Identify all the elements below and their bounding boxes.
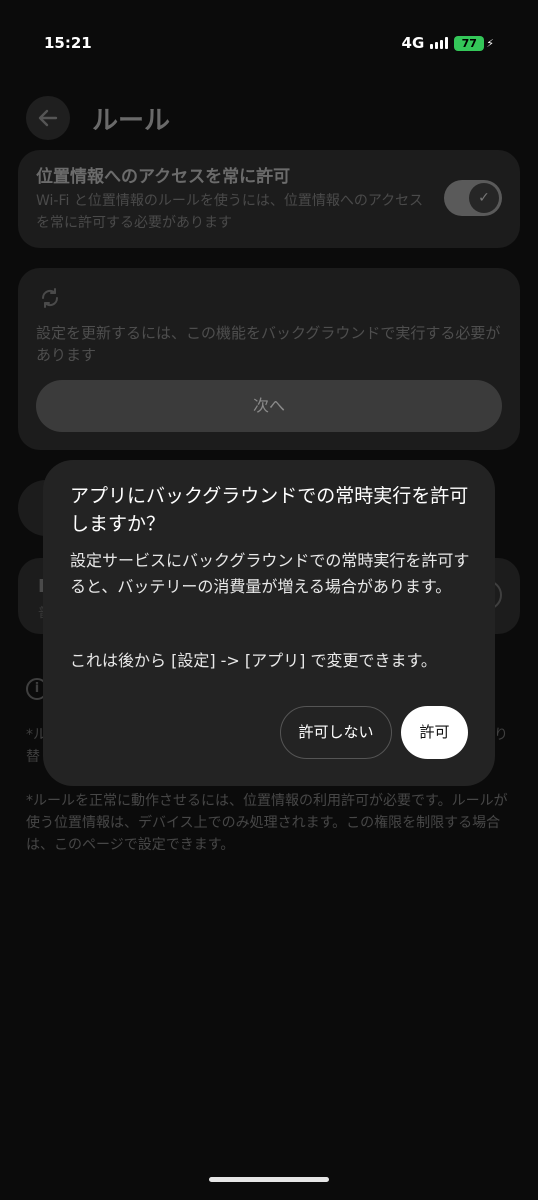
background-permission-dialog: アプリにバックグラウンドでの常時実行を許可しますか？ 設定サービスにバックグラウ… [43, 460, 495, 786]
location-card-subtitle: Wi-Fi と位置情報のルールを使うには、位置情報へのアクセスを常に許可する必要… [36, 193, 424, 231]
dialog-body: 設定サービスにバックグラウンドでの常時実行を許可すると、バッテリーの消費量が増え… [70, 551, 470, 596]
dialog-title: アプリにバックグラウンドでの常時実行を許可しますか？ [70, 485, 469, 535]
status-time: 15:21 [44, 34, 92, 52]
page-title: ルール [92, 106, 171, 136]
signal-icon [430, 37, 449, 49]
background-card-text: 設定を更新するには、この機能をバックグラウンドで実行する必要があります [36, 324, 501, 364]
background-run-card: 設定を更新するには、この機能をバックグラウンドで実行する必要があります 次へ [18, 268, 520, 450]
home-indicator[interactable] [209, 1177, 329, 1182]
refresh-icon [41, 288, 59, 308]
check-icon: ✓ [469, 183, 499, 213]
deny-button[interactable]: 許可しない [280, 706, 392, 759]
header: ルール [0, 88, 538, 144]
allow-button[interactable]: 許可 [401, 706, 468, 759]
info-text-fragment-right-1: り [494, 727, 508, 743]
location-toggle[interactable]: ✓ [444, 180, 502, 216]
status-icons: 4G 77 ⚡ [402, 34, 494, 52]
dialog-note: これは後から [設定] -> [アプリ] で変更できます。 [70, 651, 437, 670]
arrow-left-icon [38, 109, 58, 127]
status-bar: 15:21 4G 77 ⚡ [0, 0, 538, 88]
back-button[interactable] [26, 96, 70, 140]
battery-icon: 77 [454, 35, 485, 51]
location-note-text: *ルールを正常に動作させるには、位置情報の利用許可が必要です。ルールが使う位置情… [26, 793, 508, 853]
network-label: 4G [401, 34, 425, 52]
charging-icon: ⚡ [486, 36, 494, 50]
location-access-card: 位置情報へのアクセスを常に許可 Wi-Fi と位置情報のルールを使うには、位置情… [18, 150, 520, 248]
info-text-fragment-left-2: 替 [26, 749, 40, 765]
location-card-title: 位置情報へのアクセスを常に許可 [36, 167, 291, 187]
next-button[interactable]: 次へ [36, 380, 502, 432]
